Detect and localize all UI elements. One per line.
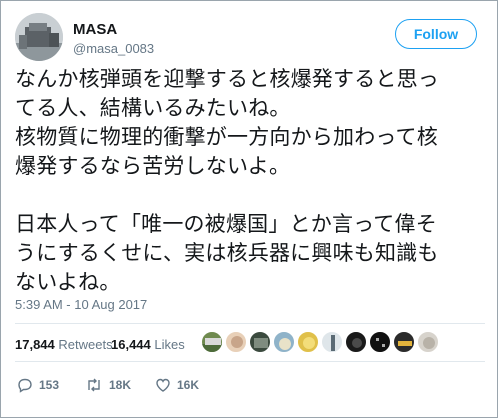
avatar[interactable]	[15, 13, 63, 61]
tweet-text: なんか核弾頭を迎撃すると核爆発すると思っ てる人、結構いるみたいね。 核物質に物…	[15, 65, 487, 297]
tweet-actions: 153 18K 16K	[15, 373, 315, 397]
follow-button[interactable]: Follow	[395, 19, 477, 49]
tweet-line: ないよね。	[15, 270, 121, 294]
tweet-line: てる人、結構いるみたいね。	[15, 96, 291, 120]
retweets-count: 17,844	[15, 337, 55, 352]
reply-button[interactable]: 153	[17, 373, 59, 397]
liker-avatar[interactable]	[321, 331, 343, 353]
retweet-button[interactable]: 18K	[85, 373, 131, 397]
tweet-line: 核物質に物理的衝撃が一方向から加わって核	[15, 125, 438, 149]
tweet-card: MASA @masa_0083 Follow なんか核弾頭を迎撃すると核爆発する…	[0, 0, 498, 418]
tweet-line-blank	[15, 181, 487, 210]
liker-avatar[interactable]	[393, 331, 415, 353]
tweet-header: MASA @masa_0083 Follow	[15, 13, 485, 63]
heart-icon	[156, 378, 170, 392]
retweet-icon	[88, 378, 100, 392]
tweet-line: なんか核弾頭を迎撃すると核爆発すると思っ	[15, 67, 439, 91]
tweet-line: 爆発するなら苦労しないよ。	[15, 154, 291, 178]
tweet-stats: 17,844 Retweets 16,444 Likes	[15, 331, 485, 359]
like-count: 16K	[177, 378, 200, 392]
liker-avatar[interactable]	[369, 331, 391, 353]
liker-avatar[interactable]	[249, 331, 271, 353]
likes-count: 16,444	[111, 337, 151, 352]
liker-avatar[interactable]	[345, 331, 367, 353]
tweet-line: うにするくせに、実は核兵器に興味も知識も	[15, 241, 439, 265]
reply-icon	[18, 378, 32, 393]
retweets-label: Retweets	[58, 337, 113, 352]
liker-avatar[interactable]	[273, 331, 295, 353]
user-name[interactable]: MASA	[73, 21, 117, 38]
retweets-stat[interactable]: 17,844 Retweets	[15, 337, 113, 352]
liker-avatar[interactable]	[297, 331, 319, 353]
liker-avatar[interactable]	[201, 331, 223, 353]
reply-count: 153	[39, 378, 60, 392]
tweet-timestamp[interactable]: 5:39 AM - 10 Aug 2017	[15, 297, 147, 312]
liker-avatar[interactable]	[417, 331, 439, 353]
divider	[15, 323, 485, 324]
likes-stat[interactable]: 16,444 Likes	[111, 337, 185, 352]
tweet-line: 日本人って「唯一の被爆国」とか言って偉そ	[15, 212, 437, 236]
user-handle[interactable]: @masa_0083	[73, 41, 154, 56]
divider	[15, 361, 485, 362]
retweet-count: 18K	[109, 378, 132, 392]
liker-avatar[interactable]	[225, 331, 247, 353]
like-button[interactable]: 16K	[155, 373, 199, 397]
likes-label: Likes	[154, 337, 185, 352]
